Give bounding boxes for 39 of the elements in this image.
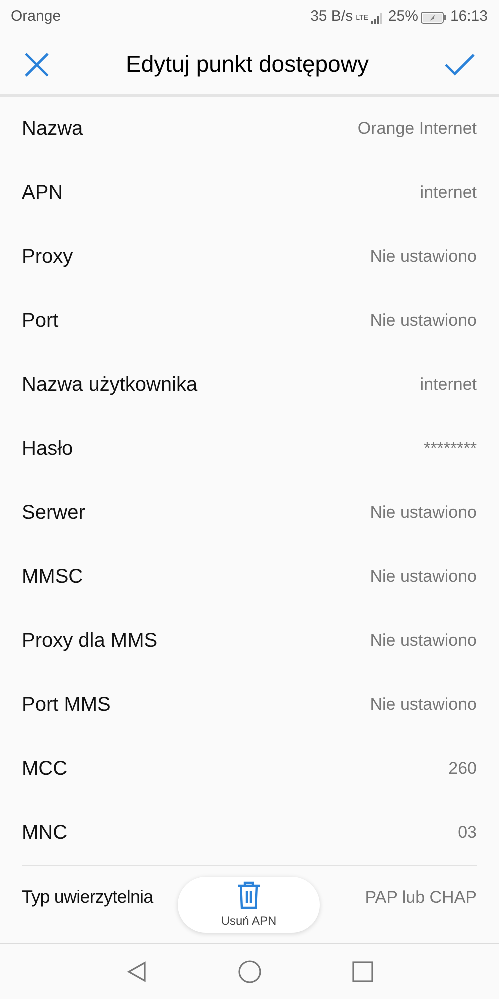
back-icon[interactable] [126, 960, 148, 982]
field-label: Nazwa [22, 117, 84, 142]
field-value[interactable]: internet [420, 372, 477, 398]
field-value[interactable]: Nie ustawiono [370, 692, 477, 718]
checkmark-icon[interactable] [445, 54, 475, 76]
field-label: Proxy [22, 245, 74, 270]
field-value[interactable]: Nie ustawiono [370, 628, 477, 654]
screen-title: Edytuj punkt dostępowy [126, 50, 369, 80]
field-label: MCC [22, 757, 68, 782]
field-value[interactable]: internet [420, 180, 477, 206]
home-icon[interactable] [238, 960, 262, 984]
field-value[interactable]: Nie ustawiono [370, 500, 477, 526]
field-label: MMSC [22, 565, 84, 590]
delete-apn-button[interactable]: Usuń APN [178, 877, 320, 933]
field-label: Port [22, 309, 59, 334]
close-icon[interactable] [24, 52, 50, 78]
field-label: Hasło [22, 437, 74, 462]
field-label: Typ uwierzytelnia [22, 886, 154, 909]
field-value[interactable]: Orange Internet [358, 116, 477, 142]
carrier-name: Orange [11, 7, 62, 28]
battery-icon [421, 12, 448, 24]
trash-icon [237, 880, 261, 908]
field-value[interactable]: Nie ustawiono [370, 308, 477, 334]
field-value[interactable]: Nie ustawiono [370, 564, 477, 590]
field-value[interactable]: Nie ustawiono [370, 244, 477, 270]
field-label: APN [22, 181, 64, 206]
field-value[interactable]: 260 [448, 756, 477, 782]
battery-percent: 25% [388, 7, 418, 28]
field-label: Port MMS [22, 693, 111, 718]
field-label: Nazwa użytkownika [22, 373, 198, 398]
field-label: MNC [22, 821, 68, 846]
clock: 16:13 [450, 7, 488, 28]
field-value[interactable]: 03 [458, 820, 477, 846]
field-label: Proxy dla MMS [22, 629, 158, 654]
field-value[interactable]: PAP lub CHAP [365, 884, 477, 910]
field-label: Serwer [22, 501, 86, 526]
field-value[interactable]: ******** [424, 436, 477, 462]
recents-icon[interactable] [352, 960, 374, 982]
network-speed: 35 B/s [310, 7, 354, 28]
